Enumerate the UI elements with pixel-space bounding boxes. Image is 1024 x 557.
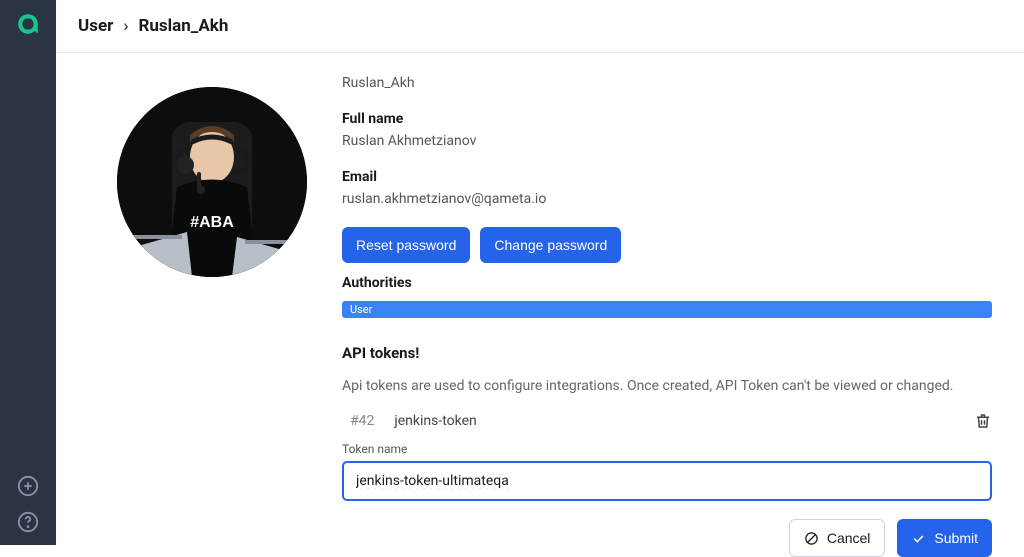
breadcrumb: User › Ruslan_Akh xyxy=(56,0,1024,53)
token-id: #42 xyxy=(342,413,374,429)
main-area: User › Ruslan_Akh #ABA xyxy=(56,0,1024,545)
fullname-value: Ruslan Akhmetzianov xyxy=(342,133,992,149)
fullname-label: Full name xyxy=(342,111,992,127)
cancel-button-label: Cancel xyxy=(827,530,871,546)
email-label: Email xyxy=(342,169,992,185)
change-password-button[interactable]: Change password xyxy=(480,227,621,263)
authorities-label: Authorities xyxy=(342,275,992,291)
username-text: Ruslan_Akh xyxy=(342,75,992,91)
avatar: #ABA xyxy=(117,87,307,277)
submit-button[interactable]: Submit xyxy=(897,519,992,557)
token-name-input[interactable] xyxy=(342,461,992,501)
cancel-button[interactable]: Cancel xyxy=(789,519,886,557)
svg-text:#ABA: #ABA xyxy=(190,214,234,231)
submit-button-label: Submit xyxy=(934,530,978,546)
delete-icon[interactable] xyxy=(974,412,992,430)
breadcrumb-root[interactable]: User xyxy=(78,16,113,36)
sidebar xyxy=(0,0,56,545)
reset-password-button[interactable]: Reset password xyxy=(342,227,470,263)
email-value: ruslan.akhmetzianov@qameta.io xyxy=(342,191,992,207)
authority-badge: User xyxy=(342,301,992,318)
help-icon[interactable] xyxy=(17,511,39,533)
chevron-right-icon: › xyxy=(123,16,128,36)
token-name: jenkins-token xyxy=(394,413,476,429)
api-tokens-description: Api tokens are used to configure integra… xyxy=(342,378,992,394)
check-icon xyxy=(911,531,926,546)
app-logo-icon xyxy=(14,10,42,38)
token-name-label: Token name xyxy=(342,442,992,456)
api-tokens-title: API tokens! xyxy=(342,344,992,362)
breadcrumb-current: Ruslan_Akh xyxy=(139,16,229,36)
cancel-icon xyxy=(804,531,819,546)
add-icon[interactable] xyxy=(17,475,39,497)
token-row: #42 jenkins-token xyxy=(342,412,992,430)
